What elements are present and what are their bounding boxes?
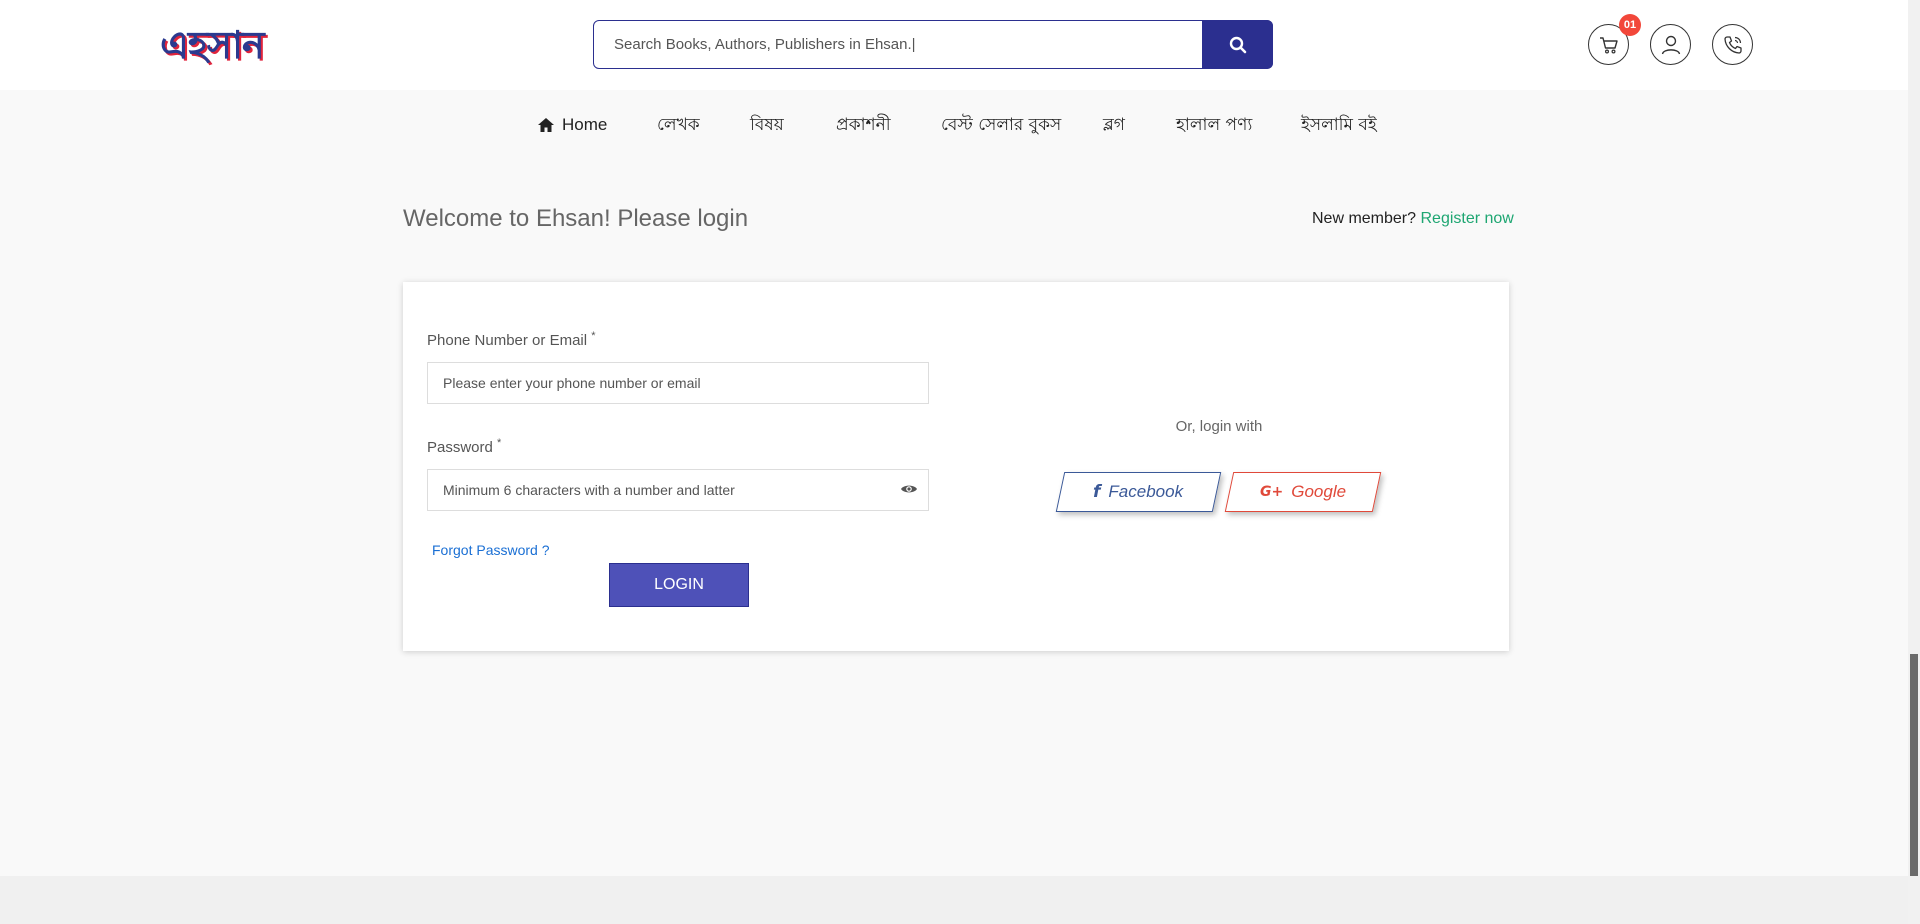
required-marker: * xyxy=(497,437,502,449)
nav-halal-products[interactable]: হালাল পণ্য xyxy=(1176,110,1252,140)
ehsan-logo[interactable]: এহসান xyxy=(160,24,265,66)
nav-best-sellers[interactable]: বেস্ট সেলার বুকস xyxy=(941,110,1061,140)
eye-icon xyxy=(901,485,917,493)
google-label: Google xyxy=(1291,482,1347,501)
nav-writers[interactable]: লেখক xyxy=(657,110,700,140)
forgot-password-link[interactable]: Forgot Password ? xyxy=(432,542,550,558)
register-link[interactable]: Register now xyxy=(1420,210,1513,227)
main-nav: Home লেখক বিষয় প্রকাশনী বেস্ট সেলার বুক… xyxy=(0,110,1908,140)
register-prompt: New member? Register now xyxy=(1312,210,1514,228)
google-login-content: G+ Google xyxy=(1260,482,1346,502)
phone-email-label-text: Phone Number or Email xyxy=(427,332,588,349)
show-password-toggle[interactable] xyxy=(900,482,918,501)
nav-home-label: Home xyxy=(562,115,608,134)
password-label: Password * xyxy=(427,437,501,456)
or-login-with-text: Or, login with xyxy=(1175,418,1263,435)
facebook-icon: f xyxy=(1093,482,1101,502)
nav-home[interactable]: Home xyxy=(537,110,607,140)
search-input[interactable] xyxy=(594,21,1194,68)
page-title: Welcome to Ehsan! Please login xyxy=(403,205,749,232)
password-input[interactable] xyxy=(428,470,928,510)
facebook-label: Facebook xyxy=(1108,482,1184,501)
nav-publishers[interactable]: প্রকাশনী xyxy=(836,110,891,140)
google-plus-icon: G+ xyxy=(1259,484,1284,500)
login-button[interactable]: LOGIN xyxy=(609,563,749,607)
google-login-button[interactable]: G+ Google xyxy=(1224,472,1382,512)
password-label-text: Password xyxy=(427,439,493,456)
phone-email-input[interactable] xyxy=(428,363,928,403)
account-button[interactable] xyxy=(1650,24,1691,65)
search-bar xyxy=(593,20,1273,69)
required-marker: * xyxy=(591,330,596,342)
phone-email-field xyxy=(427,362,929,404)
nav-subjects[interactable]: বিষয় xyxy=(750,110,784,140)
cart-count-badge: 01 xyxy=(1619,14,1641,36)
facebook-login-button[interactable]: f Facebook xyxy=(1055,472,1222,512)
phone-email-label: Phone Number or Email * xyxy=(427,330,596,349)
nav-islamic-books[interactable]: ইসলামি বই xyxy=(1301,110,1377,140)
search-icon xyxy=(1229,36,1246,53)
new-member-text: New member? xyxy=(1312,210,1417,227)
nav-blog[interactable]: ব্লগ xyxy=(1103,110,1125,140)
footer-band xyxy=(0,876,1908,924)
contact-button[interactable] xyxy=(1712,24,1753,65)
login-card: Phone Number or Email * Password * Forgo… xyxy=(403,282,1509,651)
cart-icon xyxy=(1599,36,1618,54)
home-icon xyxy=(538,118,554,132)
user-icon xyxy=(1661,35,1680,54)
scrollbar-thumb[interactable] xyxy=(1910,654,1918,876)
search-button[interactable] xyxy=(1202,20,1273,69)
password-field xyxy=(427,469,929,511)
phone-call-icon xyxy=(1723,35,1742,54)
site-header: এহসান 01 xyxy=(0,0,1908,90)
facebook-login-content: f Facebook xyxy=(1093,482,1183,502)
